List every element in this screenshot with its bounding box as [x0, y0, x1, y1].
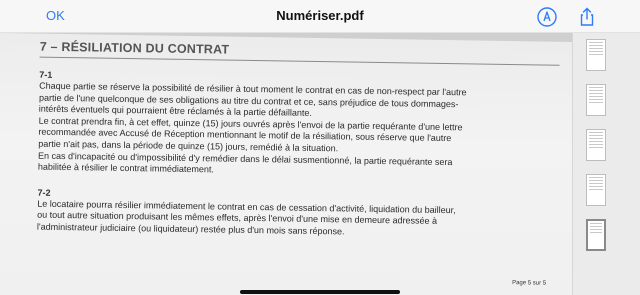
markup-pen-icon[interactable]	[536, 6, 558, 28]
clause-paragraph: Chaque partie se réserve la possibilité …	[38, 81, 561, 182]
page-number: Page 5 sur 5	[512, 280, 547, 287]
page-thumbnail[interactable]	[586, 174, 606, 206]
page-thumbnail[interactable]	[586, 39, 606, 71]
share-icon[interactable]	[576, 6, 598, 28]
clause-paragraph: Le locataire pourra résilier immédiateme…	[37, 198, 559, 241]
home-indicator[interactable]	[240, 290, 400, 294]
navigation-bar: OK Numériser.pdf	[0, 0, 640, 33]
document-viewer[interactable]: 7 – RÉSILIATION DU CONTRAT 7-1 Chaque pa…	[0, 33, 572, 295]
page-thumbnail-active[interactable]	[586, 219, 606, 251]
document-page: 7 – RÉSILIATION DU CONTRAT 7-1 Chaque pa…	[0, 33, 572, 295]
page-thumbnail[interactable]	[586, 129, 606, 161]
page-thumbnails-sidebar[interactable]	[572, 33, 640, 295]
page-thumbnail[interactable]	[586, 84, 606, 116]
